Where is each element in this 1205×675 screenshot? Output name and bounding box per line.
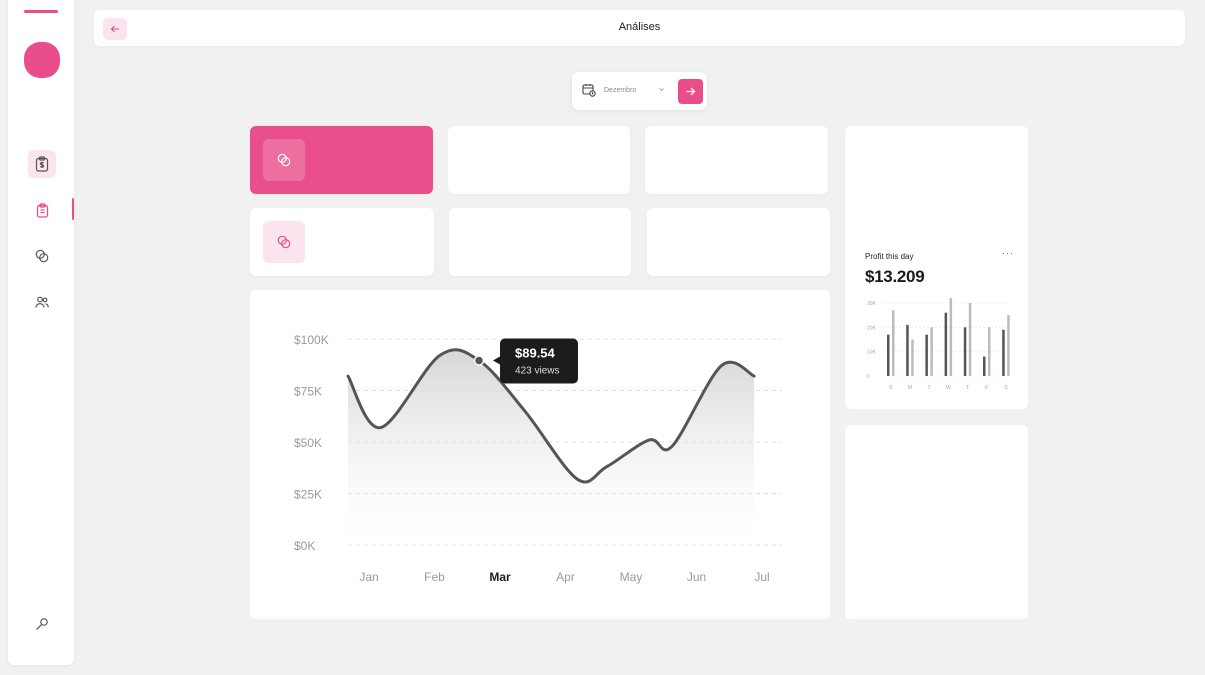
y-tick-label: $0K xyxy=(294,539,315,553)
bar-x-tick-label: F xyxy=(985,385,989,391)
views-line-chart: $100K $75K $50K $25K $0K Jan Feb Mar Apr May Jun J… xyxy=(294,333,782,584)
bar xyxy=(968,303,972,376)
sidebar-item-users[interactable] xyxy=(28,288,56,316)
bar xyxy=(892,310,895,376)
chevron-down-icon[interactable] xyxy=(658,87,665,92)
x-tick-label: Feb xyxy=(424,570,445,584)
bar xyxy=(963,327,967,376)
top-bar: Análises xyxy=(94,10,1185,46)
sidebar xyxy=(8,0,74,665)
arrow-right-icon xyxy=(686,87,696,96)
clipboard-icon xyxy=(36,202,48,218)
tooltip-pointer xyxy=(493,356,500,365)
bar xyxy=(911,339,914,376)
bar-x-tick-label: T xyxy=(927,385,931,391)
month-picker: Dezembro xyxy=(572,72,707,110)
views-chart-card: $100K $75K $50K $25K $0K Jan Feb Mar Apr May Jun J… xyxy=(250,290,830,619)
bar xyxy=(944,312,948,376)
kpi-icon-box xyxy=(263,221,305,263)
x-tick-label: Apr xyxy=(556,570,575,584)
app-logo[interactable] xyxy=(24,42,60,78)
profit-card: Profit this day ··· $13.209 30K 20K 10K 0 S M… xyxy=(845,126,1028,409)
bar-y-tick-label: 10K xyxy=(867,350,877,356)
bar xyxy=(1002,329,1005,376)
calendar-clock-icon xyxy=(582,84,596,97)
kpi-card[interactable] xyxy=(449,208,631,276)
bar-x-tick-label: S xyxy=(1004,385,1008,391)
sidebar-item-settings[interactable] xyxy=(28,610,56,638)
profit-bar-chart: 30K 20K 10K 0 S M T W T F S xyxy=(867,298,1010,391)
overlap-circles-icon xyxy=(277,153,291,167)
tooltip-detail: 423 views xyxy=(515,366,559,377)
bar xyxy=(887,334,890,376)
overlap-circles-icon xyxy=(277,235,291,249)
sidebar-item-reports[interactable] xyxy=(28,196,56,224)
tooltip-value: $89.54 xyxy=(515,346,556,361)
dollar-clipboard-icon xyxy=(35,156,49,172)
sidebar-item-finance[interactable] xyxy=(28,150,56,178)
x-tick-label: Mar xyxy=(489,570,511,584)
x-tick-label: May xyxy=(620,570,643,584)
sidebar-item-overview[interactable] xyxy=(28,242,56,270)
y-tick-label: $25K xyxy=(294,488,322,502)
kpi-card-highlighted[interactable] xyxy=(250,126,433,194)
bar-y-tick-label: 0 xyxy=(867,374,870,380)
kpi-card[interactable] xyxy=(448,126,630,194)
bar-x-tick-label: S xyxy=(889,385,893,391)
bar-x-tick-label: W xyxy=(946,385,952,391)
bar xyxy=(906,324,909,376)
bar xyxy=(988,327,991,376)
kpi-card[interactable] xyxy=(645,126,828,194)
bar-x-tick-label: M xyxy=(908,385,913,391)
y-tick-label: $75K xyxy=(294,385,322,399)
bar xyxy=(930,327,933,376)
x-tick-label: Jun xyxy=(687,570,706,584)
kpi-card[interactable] xyxy=(647,208,830,276)
bar-y-tick-label: 20K xyxy=(867,325,877,331)
bar xyxy=(983,356,986,376)
bar-y-tick-label: 30K xyxy=(867,301,877,307)
highlight-point[interactable] xyxy=(473,355,485,366)
wrench-icon xyxy=(36,618,48,631)
y-tick-label: $100K xyxy=(294,333,329,347)
page-title: Análises xyxy=(618,21,661,33)
x-tick-label: Jul xyxy=(754,570,769,584)
bar xyxy=(925,334,928,376)
bar xyxy=(1007,315,1010,376)
users-icon xyxy=(35,296,49,308)
sidebar-top-accent xyxy=(24,10,58,13)
overlap-circles-icon xyxy=(35,249,49,263)
summary-card xyxy=(845,425,1028,619)
y-tick-label: $50K xyxy=(294,436,322,450)
apply-month-button[interactable] xyxy=(678,79,703,104)
active-nav-indicator xyxy=(72,198,74,220)
bar xyxy=(949,298,953,376)
x-tick-label: Jan xyxy=(359,570,378,584)
kpi-card[interactable] xyxy=(250,208,434,276)
kpi-icon-box xyxy=(263,139,305,181)
month-select[interactable]: Dezembro xyxy=(604,82,642,100)
bar-x-tick-label: T xyxy=(966,385,970,391)
